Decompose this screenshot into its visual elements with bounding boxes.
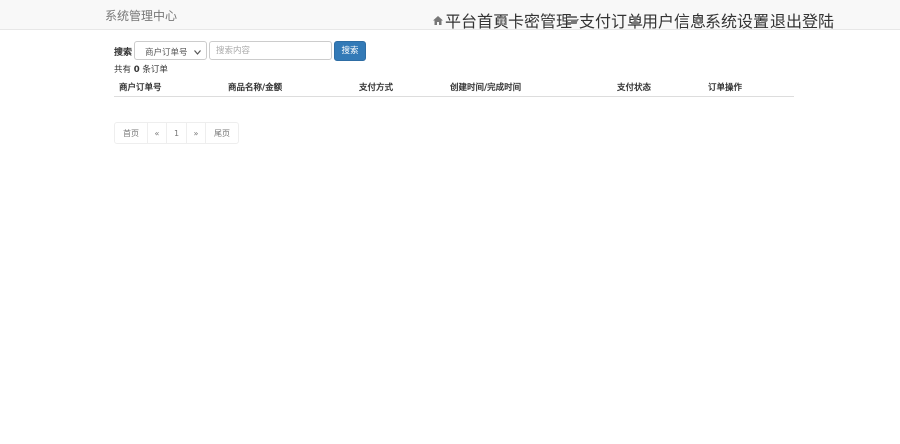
page-prev[interactable]: « [147,122,167,144]
total-prefix: 共有 [114,65,132,75]
page-next[interactable]: » [186,122,206,144]
orders-table-header: 商户订单号 商品名称/金额 支付方式 创建时间/完成时间 支付状态 订单操作 [114,78,794,97]
pagination: 首页 « 1 » 尾页 [114,122,239,144]
card-icon [567,16,577,24]
order-count: 共有 0 条订单 [114,63,168,75]
search-input[interactable] [209,41,332,60]
total-suffix: 条订单 [142,65,168,75]
brand-title[interactable]: 系统管理中心 [105,7,177,24]
column-header-status: 支付状态 [617,83,652,93]
home-icon [433,15,443,25]
grid-icon [497,15,506,25]
column-header-time: 创建时间/完成时间 [450,83,522,93]
column-header-payment-method: 支付方式 [359,83,394,93]
column-header-product: 商品名称/金额 [228,83,283,93]
nav-item-label: 退出登陆 [770,12,835,31]
navbar: 系统管理中心 平台首页 卡密管理 支付订单 用户信息 系统设置 退出登陆 [0,0,900,32]
page-current[interactable]: 1 [166,122,187,144]
page-first[interactable]: 首页 [114,122,148,144]
nav-item-label: 卡密管理 [508,12,573,31]
search-type-select[interactable]: 商户订单号 [134,41,207,60]
search-button[interactable]: 搜索 [334,41,366,61]
user-icon [631,15,640,25]
search-label: 搜索 [114,48,133,58]
logout-icon [758,15,768,25]
column-header-actions: 订单操作 [708,83,743,93]
column-header-order-no: 商户订单号 [119,83,162,93]
select-value: 商户订单号 [145,48,188,58]
page-last[interactable]: 尾页 [205,122,239,144]
nav-item-logout[interactable]: 退出登陆 [758,8,834,32]
total-count: 0 [133,65,140,75]
gear-icon [694,15,703,25]
chevron-down-icon [194,48,201,58]
